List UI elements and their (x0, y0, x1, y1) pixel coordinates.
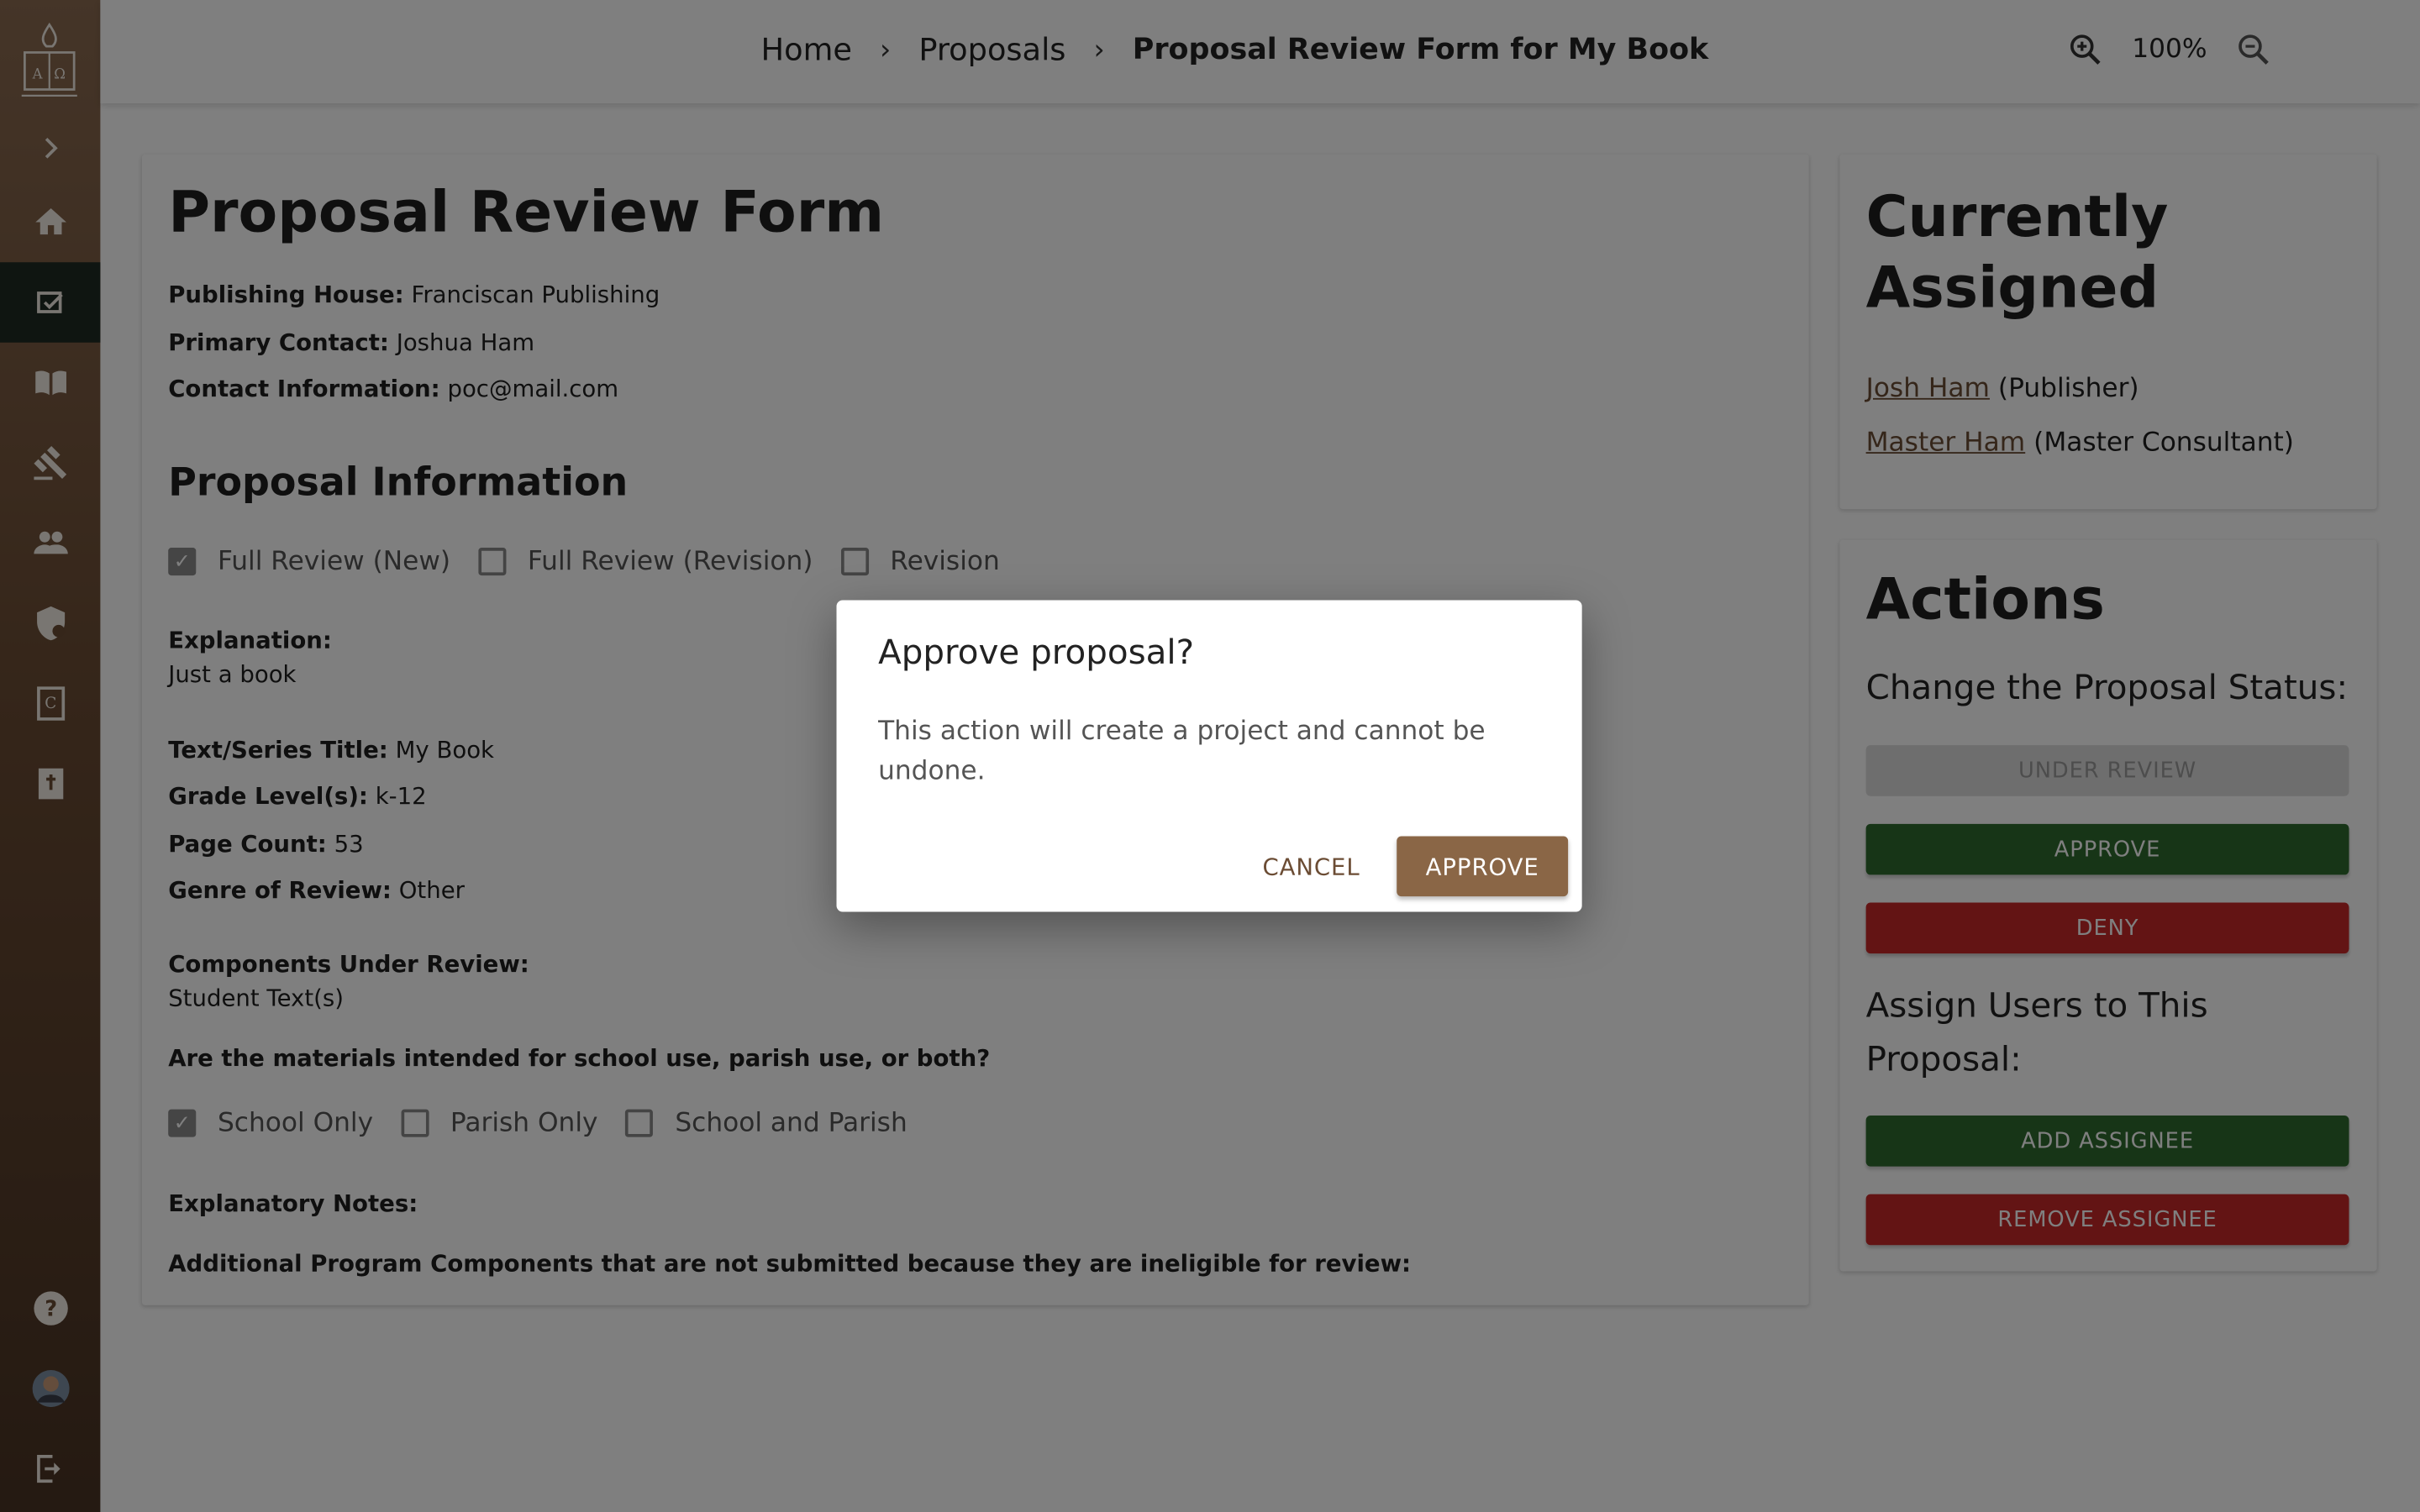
dialog-cancel-button[interactable]: CANCEL (1250, 837, 1373, 898)
approve-dialog: Approve proposal? This action will creat… (836, 600, 1582, 912)
dialog-title: Approve proposal? (878, 633, 1195, 673)
dialog-message: This action will create a project and ca… (878, 716, 1486, 787)
dialog-approve-button[interactable]: APPROVE (1397, 836, 1569, 897)
